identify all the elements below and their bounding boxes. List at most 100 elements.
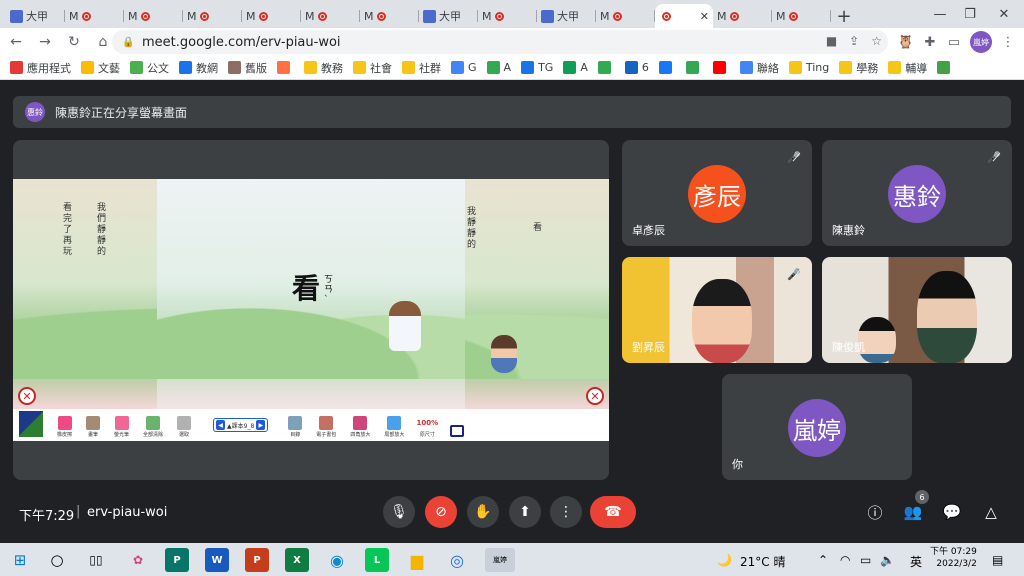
camera-off-button[interactable]: ⊘: [425, 496, 457, 528]
bookmark-item[interactable]: 舊版: [228, 60, 267, 76]
profile-avatar[interactable]: 嵐婷: [970, 31, 992, 53]
bookmark-item[interactable]: [277, 61, 294, 74]
extension-icon[interactable]: 🦉: [896, 32, 916, 52]
leave-call-button[interactable]: ☎: [590, 496, 636, 528]
browser-tab[interactable]: M: [478, 4, 537, 28]
bookmark-item[interactable]: [685, 61, 703, 74]
powerpoint-icon[interactable]: P: [245, 548, 269, 572]
edge-icon[interactable]: ◉: [325, 548, 349, 572]
paint-icon[interactable]: ✿: [126, 548, 150, 572]
ebook-tool[interactable]: 四角放大: [350, 416, 370, 438]
new-tab-button[interactable]: +: [831, 4, 857, 28]
close-tab-icon[interactable]: ✕: [700, 10, 709, 23]
ebook-tool[interactable]: 畫筆: [86, 416, 101, 438]
back-icon[interactable]: ←: [3, 29, 29, 55]
ebook-tool[interactable]: 目錄: [288, 416, 303, 438]
file-explorer-icon[interactable]: ▆: [405, 548, 429, 572]
notification-icon[interactable]: ▤: [992, 553, 1003, 567]
browser-tab[interactable]: M: [242, 4, 301, 28]
browser-tab[interactable]: M: [360, 4, 419, 28]
participant-tile-2[interactable]: 惠鈴 🎤̸ 陳惠鈴: [822, 140, 1012, 246]
browser-tab[interactable]: M: [596, 4, 655, 28]
more-options-button[interactable]: ⋮: [550, 496, 582, 528]
camera-icon[interactable]: ■: [826, 34, 837, 48]
menu-icon[interactable]: ⋮: [998, 32, 1018, 52]
browser-tab[interactable]: M: [183, 4, 242, 28]
bookmark-item[interactable]: [937, 61, 954, 74]
prev-page-icon[interactable]: ◀: [216, 420, 226, 430]
network-icon[interactable]: ◠: [840, 553, 850, 567]
chrome-meet-taskbar-item[interactable]: 嵐婷: [485, 548, 515, 572]
bookmark-item[interactable]: G: [451, 61, 477, 74]
info-icon[interactable]: ⓘ: [864, 501, 886, 523]
forward-icon[interactable]: →: [32, 29, 58, 55]
close-window-button[interactable]: ✕: [984, 0, 1024, 28]
ebook-tool[interactable]: 局部放大: [384, 416, 404, 438]
bookmark-item[interactable]: [658, 61, 676, 74]
address-bar[interactable]: 🔒 meet.google.com/erv-piau-woi ■ ⇪ ☆: [112, 30, 888, 54]
bookmark-item[interactable]: 教務: [304, 60, 343, 76]
battery-icon[interactable]: ▭: [860, 553, 871, 567]
cast-icon[interactable]: ▭: [944, 32, 964, 52]
participant-tile-3[interactable]: 🎤̸ 劉昇辰: [622, 257, 812, 363]
bookmark-item[interactable]: Ting: [788, 61, 829, 74]
search-icon[interactable]: ○: [45, 548, 69, 572]
browser-tab[interactable]: 大甲: [419, 4, 478, 28]
ebook-tool[interactable]: 選取: [177, 416, 192, 438]
bookmark-item[interactable]: [712, 61, 730, 74]
browser-tab[interactable]: 大甲: [537, 4, 596, 28]
browser-tab[interactable]: ✕: [655, 4, 713, 28]
people-icon[interactable]: 👥: [902, 501, 924, 523]
browser-tab[interactable]: 大甲: [6, 4, 65, 28]
bookmark-item[interactable]: 6: [624, 61, 649, 74]
ebook-tool[interactable]: 電子書包: [316, 416, 336, 438]
bookmark-item[interactable]: A: [486, 61, 511, 74]
self-tile[interactable]: 嵐婷 你: [722, 374, 912, 480]
share-icon[interactable]: ⇪: [849, 34, 859, 48]
bookmark-item[interactable]: 聯絡: [739, 60, 779, 76]
ebook-tool[interactable]: [450, 425, 465, 438]
word-icon[interactable]: W: [205, 548, 229, 572]
browser-tab[interactable]: M: [65, 4, 124, 28]
bookmark-item[interactable]: 輔導: [888, 60, 927, 76]
browser-tab[interactable]: M: [713, 4, 772, 28]
ebook-tool[interactable]: 100% 原尺寸: [417, 416, 439, 438]
presentation-tile[interactable]: 看完了再玩 我們靜靜的 我靜靜的 看 看 ㄎㄢˋ ✕ ✕ 橡皮擦 畫筆 螢光筆 全部清…: [13, 140, 609, 480]
line-icon[interactable]: L: [365, 548, 389, 572]
close-left-icon[interactable]: ✕: [18, 387, 36, 405]
puzzle-icon[interactable]: ✚: [920, 32, 940, 52]
bookmark-item[interactable]: 文藝: [81, 60, 120, 76]
bookmark-item[interactable]: 學務: [839, 60, 878, 76]
publisher-icon[interactable]: P: [165, 548, 189, 572]
browser-tab[interactable]: M: [124, 4, 183, 28]
volume-icon[interactable]: 🔈: [880, 553, 895, 567]
chrome-icon[interactable]: ◎: [445, 548, 469, 572]
browser-tab[interactable]: M: [772, 4, 831, 28]
ebook-tool[interactable]: 橡皮擦: [57, 416, 72, 438]
weather-text[interactable]: 21°C 晴: [740, 553, 785, 570]
participant-tile-4[interactable]: 陳俊凱: [822, 257, 1012, 363]
ebook-tool[interactable]: 全部清除: [143, 416, 163, 438]
windows-start-icon[interactable]: ⊞: [8, 548, 32, 572]
browser-tab[interactable]: M: [301, 4, 360, 28]
taskbar-clock[interactable]: 下午 07:29 2022/3/2: [930, 546, 977, 570]
reload-icon[interactable]: ↻: [61, 29, 87, 55]
microphone-button[interactable]: 🎙: [383, 496, 415, 528]
ebook-tool[interactable]: 螢光筆: [114, 416, 129, 438]
bookmark-item[interactable]: 公文: [130, 60, 169, 76]
raise-hand-button[interactable]: ✋: [467, 496, 499, 528]
star-icon[interactable]: ☆: [871, 34, 882, 48]
present-button[interactable]: ⬆: [509, 496, 541, 528]
activities-icon[interactable]: △: [980, 501, 1002, 523]
next-page-icon[interactable]: ▶: [256, 420, 266, 430]
bookmark-item[interactable]: 社群: [402, 60, 441, 76]
participant-tile-1[interactable]: 彥辰 🎤̸ 卓彥辰: [622, 140, 812, 246]
page-selector[interactable]: ◀ ▲課本9_8 ▶: [213, 418, 269, 432]
bookmark-item[interactable]: TG: [521, 61, 553, 74]
bookmark-item[interactable]: 社會: [353, 60, 392, 76]
bookmark-item[interactable]: 應用程式: [10, 60, 71, 76]
excel-icon[interactable]: X: [285, 548, 309, 572]
ime-indicator[interactable]: 英: [910, 553, 922, 570]
bookmark-item[interactable]: [597, 61, 615, 74]
chat-icon[interactable]: 💬: [941, 501, 963, 523]
